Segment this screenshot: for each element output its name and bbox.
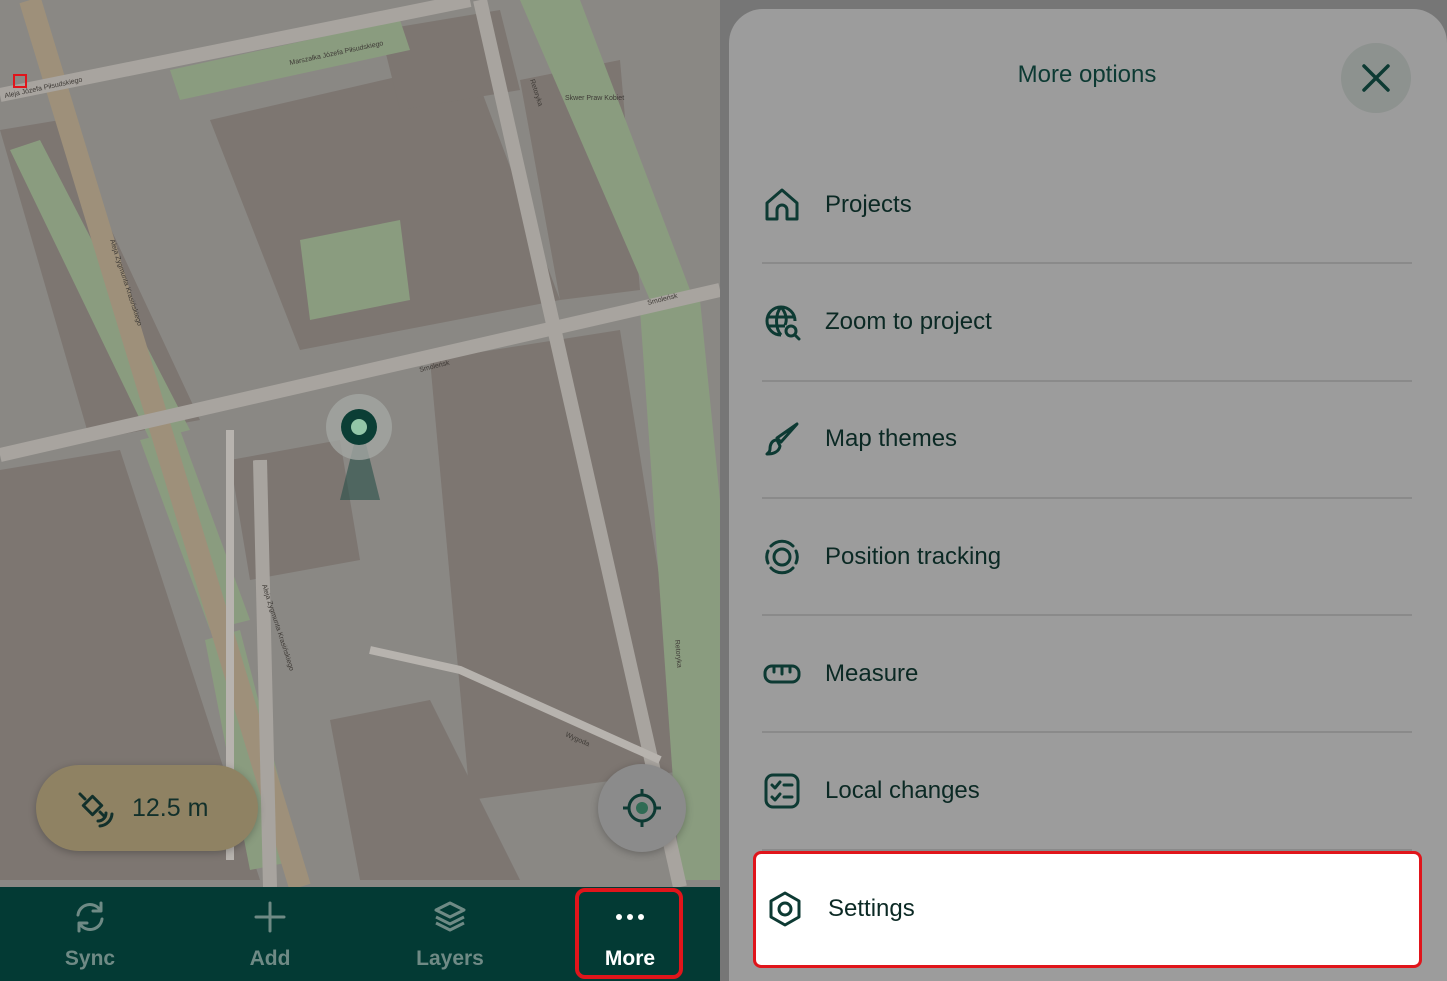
nav-sync-label: Sync	[64, 947, 116, 970]
crosshair-icon	[623, 789, 661, 827]
satellite-icon	[78, 792, 114, 828]
settings-icon	[769, 891, 801, 927]
sync-icon	[76, 901, 104, 933]
menu-item-projects[interactable]: Projects	[762, 147, 1412, 265]
home-icon	[765, 188, 799, 221]
more-options-sheet: More options Projects Zoom to project Ma…	[729, 9, 1447, 981]
menu-item-label: Settings	[828, 895, 915, 923]
gps-accuracy-pill[interactable]: 12.5 m	[36, 765, 258, 851]
close-button[interactable]	[1341, 43, 1411, 113]
menu-item-label: Position tracking	[825, 542, 1002, 570]
sheet-title: More options	[1017, 61, 1157, 88]
layers-icon	[434, 901, 466, 932]
menu-item-settings[interactable]: Settings	[753, 850, 1422, 969]
brush-icon	[765, 422, 799, 456]
menu-item-measure[interactable]: Measure	[762, 616, 1412, 734]
center-on-position-button[interactable]	[598, 764, 686, 852]
menu-item-position-tracking[interactable]: Position tracking	[762, 499, 1412, 617]
menu-item-zoom-to-project[interactable]: Zoom to project	[762, 264, 1412, 382]
menu-item-map-themes[interactable]: Map themes	[762, 382, 1412, 499]
globe-search-icon	[765, 305, 801, 341]
tracking-icon	[765, 539, 799, 574]
menu-item-label: Projects	[825, 190, 912, 218]
map-screen: Smoleńsk Smoleńsk Wygoda Retoryka Retory…	[0, 0, 720, 981]
menu-item-label: Map themes	[825, 425, 958, 453]
menu-item-local-changes[interactable]: Local changes	[762, 733, 1412, 851]
checklist-icon	[764, 773, 800, 809]
menu-item-label: Zoom to project	[825, 307, 992, 335]
map-dim-overlay	[0, 0, 720, 887]
nav-layers-button[interactable]: Layers	[360, 887, 540, 981]
more-options-screen: More options Projects Zoom to project Ma…	[720, 0, 1447, 981]
nav-add-button[interactable]: Add	[180, 887, 360, 981]
ruler-icon	[763, 664, 801, 684]
menu-item-label: Measure	[825, 659, 919, 687]
plus-icon	[254, 901, 286, 933]
nav-layers-label: Layers	[416, 947, 484, 970]
gps-accuracy-value: 12.5 m	[132, 793, 209, 822]
nav-sync-button[interactable]: Sync	[0, 887, 180, 981]
app-root: Smoleńsk Smoleńsk Wygoda Retoryka Retory…	[0, 0, 1447, 981]
menu-item-label: Local changes	[825, 777, 980, 805]
nav-add-label: Add	[249, 947, 291, 970]
more-options-menu: Projects Zoom to project Map themes Posi…	[753, 147, 1422, 969]
more-highlight-box	[575, 888, 683, 979]
close-icon	[1362, 64, 1390, 92]
